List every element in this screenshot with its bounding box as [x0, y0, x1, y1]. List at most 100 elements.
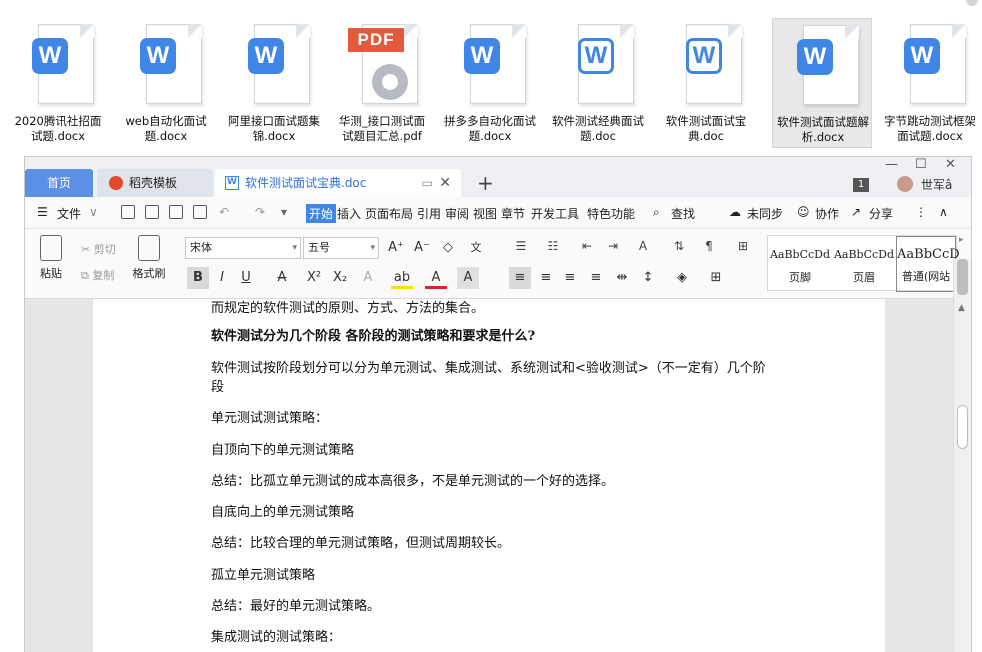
- user-name[interactable]: 世军â: [921, 176, 952, 193]
- style-header[interactable]: AaBbCcDd 页眉: [832, 236, 896, 292]
- tab-document[interactable]: W 软件测试面试宝典.doc ▭ ✕: [215, 169, 461, 197]
- vertical-scrollbar[interactable]: ▲: [953, 259, 971, 652]
- new-tab-button[interactable]: +: [477, 169, 494, 197]
- collaborate-icon[interactable]: ☺: [797, 205, 810, 219]
- menu-tab-special[interactable]: 特色功能: [587, 205, 635, 222]
- undo-icon[interactable]: ↶: [219, 205, 229, 219]
- text-effect-icon[interactable]: A: [357, 267, 379, 289]
- shading-icon[interactable]: ◈: [671, 267, 693, 289]
- bold-icon[interactable]: B: [187, 267, 209, 289]
- file-item[interactable]: PDF 华测_接口测试面试题目汇总.pdf: [332, 18, 432, 148]
- tab-template[interactable]: 稻壳模板: [97, 169, 213, 197]
- file-item[interactable]: W web自动化面试题.docx: [116, 18, 216, 148]
- strikethrough-icon[interactable]: A: [271, 267, 293, 289]
- collapse-ribbon-icon[interactable]: ∧: [939, 205, 948, 219]
- numbered-list-icon[interactable]: ☷: [543, 239, 563, 253]
- char-shading-icon[interactable]: A: [457, 267, 479, 289]
- file-item[interactable]: W 软件测试面试宝典.doc: [656, 18, 756, 148]
- more-icon[interactable]: ⋮: [915, 205, 927, 219]
- close-tab-icon[interactable]: ✕: [439, 169, 451, 197]
- menu-tab-start[interactable]: 开始: [306, 204, 337, 223]
- word-file-icon: W: [248, 24, 312, 106]
- scroll-up-icon[interactable]: ▲: [958, 303, 965, 313]
- cut-button[interactable]: ✂ 剪切: [81, 241, 116, 257]
- maximize-icon[interactable]: ☐: [915, 157, 927, 172]
- menu-tab-page-layout[interactable]: 页面布局: [365, 205, 413, 222]
- file-item[interactable]: W 阿里接口面试题集锦.docx: [224, 18, 324, 148]
- quick-access-more-icon[interactable]: ▾: [281, 205, 287, 219]
- style-footer[interactable]: AaBbCcDd 页脚: [768, 236, 832, 292]
- scrollbar-thumb[interactable]: [957, 405, 968, 449]
- font-size-select[interactable]: 五号 ▾: [303, 237, 379, 259]
- distribute-icon[interactable]: ⇹: [611, 267, 633, 289]
- indent-icon[interactable]: ⇥: [603, 239, 623, 253]
- superscript-icon[interactable]: X²: [303, 267, 325, 289]
- file-item[interactable]: W 软件测试经典面试题.doc: [548, 18, 648, 148]
- outdent-icon[interactable]: ⇤: [577, 239, 597, 253]
- copy-button[interactable]: ⧉ 复制: [81, 267, 114, 283]
- tab-home[interactable]: 首页: [25, 169, 93, 197]
- tab-template-label: 稻壳模板: [129, 176, 178, 190]
- line-spacing-icon[interactable]: ↕: [637, 267, 659, 289]
- grow-font-icon[interactable]: A⁺: [385, 237, 407, 259]
- highlight-icon[interactable]: ab: [391, 267, 413, 289]
- clear-format-icon[interactable]: ◇: [437, 237, 459, 259]
- bullet-list-icon[interactable]: ☰: [511, 239, 531, 253]
- font-color-icon[interactable]: A: [425, 267, 447, 289]
- desktop-scrollbar[interactable]: [966, 0, 978, 6]
- chinese-layout-icon[interactable]: A: [633, 239, 653, 253]
- borders-icon[interactable]: ⊞: [705, 267, 727, 289]
- file-item-selected[interactable]: W 软件测试面试题解析.docx: [772, 18, 872, 148]
- pin-window-icon[interactable]: ▭: [422, 169, 433, 197]
- italic-icon[interactable]: I: [211, 267, 233, 289]
- justify-icon[interactable]: ≡: [585, 267, 607, 289]
- menu-tab-view[interactable]: 视图: [473, 205, 497, 222]
- close-window-icon[interactable]: ✕: [945, 157, 956, 172]
- sort-icon[interactable]: ⇅: [669, 239, 689, 253]
- align-right-icon[interactable]: ≡: [559, 267, 581, 289]
- menu-tab-developer[interactable]: 开发工具: [531, 205, 579, 222]
- collaborate-button[interactable]: 协作: [815, 205, 839, 222]
- document-area: 而规定的软件测试的原则、方式、方法的集合。 软件测试分为几个阶段 各阶段的测试策…: [25, 299, 953, 652]
- export-icon[interactable]: [145, 205, 159, 219]
- avatar[interactable]: [897, 176, 913, 192]
- doc-paragraph: 而规定的软件测试的原则、方式、方法的集合。: [211, 301, 485, 316]
- phonetic-icon[interactable]: 文: [465, 237, 487, 259]
- ruler-toggle[interactable]: [957, 259, 968, 295]
- file-item[interactable]: W 拼多多自动化面试题.docx: [440, 18, 540, 148]
- menu-file[interactable]: 文件: [57, 205, 81, 222]
- minimize-icon[interactable]: —: [885, 157, 898, 172]
- sync-status[interactable]: 未同步: [747, 205, 783, 222]
- shrink-font-icon[interactable]: A⁻: [411, 237, 433, 259]
- tab-document-label: 软件测试面试宝典.doc: [245, 176, 367, 190]
- table-icon[interactable]: ⊞: [733, 239, 753, 253]
- share-icon[interactable]: ↗: [851, 205, 861, 219]
- window-count-badge[interactable]: 1: [853, 178, 869, 192]
- menu-tab-chapter[interactable]: 章节: [501, 205, 525, 222]
- show-marks-icon[interactable]: ¶: [699, 239, 719, 253]
- align-center-icon[interactable]: ≡: [535, 267, 557, 289]
- file-item[interactable]: W 2020腾讯社招面试题.docx: [8, 18, 108, 148]
- menu-tab-insert[interactable]: 插入: [337, 205, 361, 222]
- align-left-icon[interactable]: ≡: [509, 267, 531, 289]
- subscript-icon[interactable]: X₂: [329, 267, 351, 289]
- search-button[interactable]: 查找: [671, 205, 695, 222]
- font-family-select[interactable]: 宋体 ▾: [185, 237, 301, 259]
- redo-icon[interactable]: ↷: [255, 205, 265, 219]
- chevron-down-icon[interactable]: ∨: [89, 205, 98, 219]
- cloud-icon[interactable]: ☁: [729, 205, 741, 219]
- save-icon[interactable]: [121, 205, 135, 219]
- print-preview-icon[interactable]: [193, 205, 207, 219]
- file-item[interactable]: W 字节跳动测试框架面试题.docx: [880, 18, 980, 148]
- print-icon[interactable]: [169, 205, 183, 219]
- format-painter-button[interactable]: 格式刷: [129, 235, 169, 281]
- paste-button[interactable]: 粘贴: [31, 235, 71, 281]
- menu-tab-references[interactable]: 引用: [417, 205, 441, 222]
- hamburger-icon[interactable]: ☰: [37, 205, 48, 219]
- underline-icon[interactable]: U: [235, 267, 257, 289]
- search-icon[interactable]: ⌕: [653, 205, 660, 220]
- document-page[interactable]: 而规定的软件测试的原则、方式、方法的集合。 软件测试分为几个阶段 各阶段的测试策…: [93, 299, 885, 652]
- share-button[interactable]: 分享: [869, 205, 893, 222]
- menu-tab-review[interactable]: 审阅: [445, 205, 469, 222]
- style-normal-web[interactable]: AaBbCcD 普通(网站: [896, 236, 960, 292]
